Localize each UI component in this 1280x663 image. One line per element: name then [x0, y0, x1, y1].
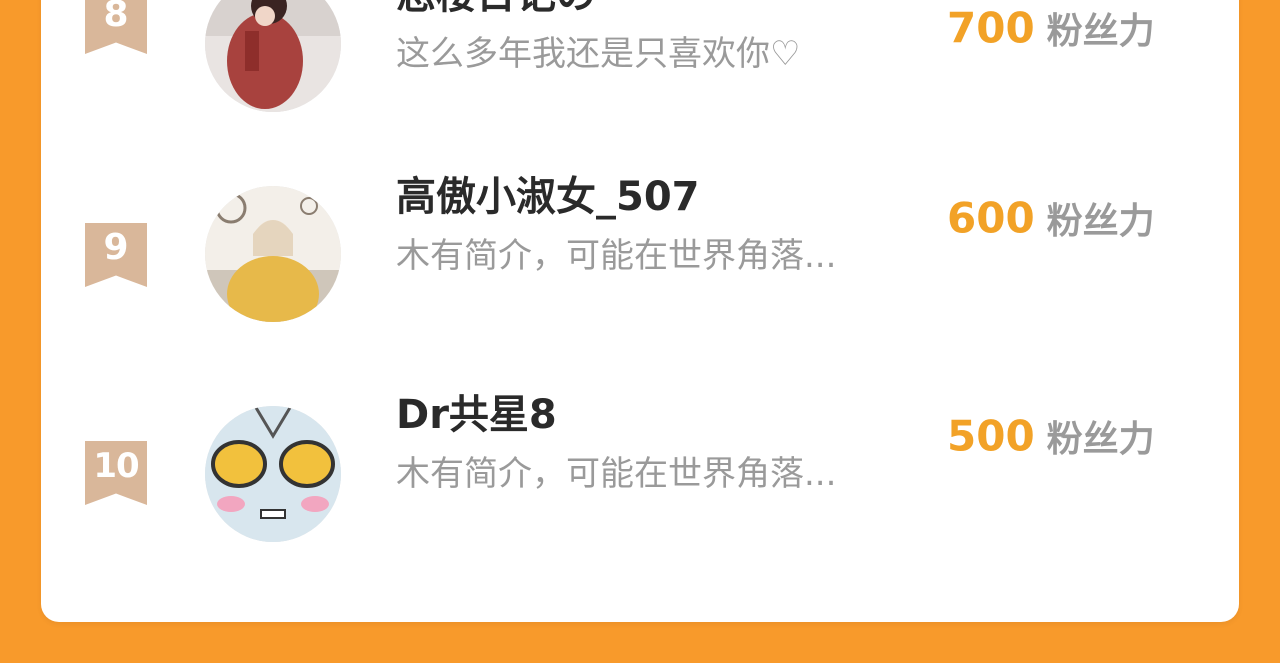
rank-badge: 8 — [85, 0, 147, 54]
user-name[interactable]: Dr共星8 — [396, 382, 557, 440]
avatar-ultraman-cartoon-icon — [205, 406, 341, 542]
fans-label: 粉丝力 — [1046, 11, 1155, 52]
avatar[interactable] — [205, 0, 341, 112]
fans-label: 粉丝力 — [1046, 201, 1155, 242]
list-item-rank-10[interactable]: 10 Dr共星8 木有简介，可能在世界角落... 500 粉丝力 — [41, 392, 1239, 546]
fans-number: 600 — [947, 193, 1035, 243]
user-bio: 木有简介，可能在世界角落... — [396, 236, 837, 276]
fans-score: 500 粉丝力 — [947, 410, 1155, 462]
fans-label: 粉丝力 — [1046, 419, 1155, 460]
user-name[interactable]: 恋楼日记の — [396, 0, 596, 20]
list-item-rank-9[interactable]: 9 高傲小淑女_507 木有简介，可能在世界角落... 600 粉丝力 — [41, 174, 1239, 328]
rank-badge: 9 — [85, 223, 147, 287]
avatar[interactable] — [205, 406, 341, 542]
user-name[interactable]: 高傲小淑女_507 — [396, 164, 700, 222]
fans-number: 500 — [947, 411, 1035, 461]
avatar[interactable] — [205, 186, 341, 322]
fans-score: 600 粉丝力 — [947, 192, 1155, 244]
user-bio: 木有简介，可能在世界角落... — [396, 454, 837, 494]
list-item-rank-8[interactable]: 8 恋楼日记の 这么多年我还是只喜欢你♡ 700 粉丝力 — [41, 0, 1239, 112]
fans-score: 700 粉丝力 — [947, 2, 1155, 54]
user-bio: 这么多年我还是只喜欢你♡ — [396, 34, 801, 74]
fans-number: 700 — [947, 3, 1035, 53]
avatar-girl-yellow-hoodie-icon — [205, 186, 341, 322]
avatar-girl-red-coat-icon — [205, 0, 341, 112]
ranking-card: 8 恋楼日记の 这么多年我还是只喜欢你♡ 700 粉丝力 9 — [41, 0, 1239, 622]
rank-badge: 10 — [85, 441, 147, 505]
